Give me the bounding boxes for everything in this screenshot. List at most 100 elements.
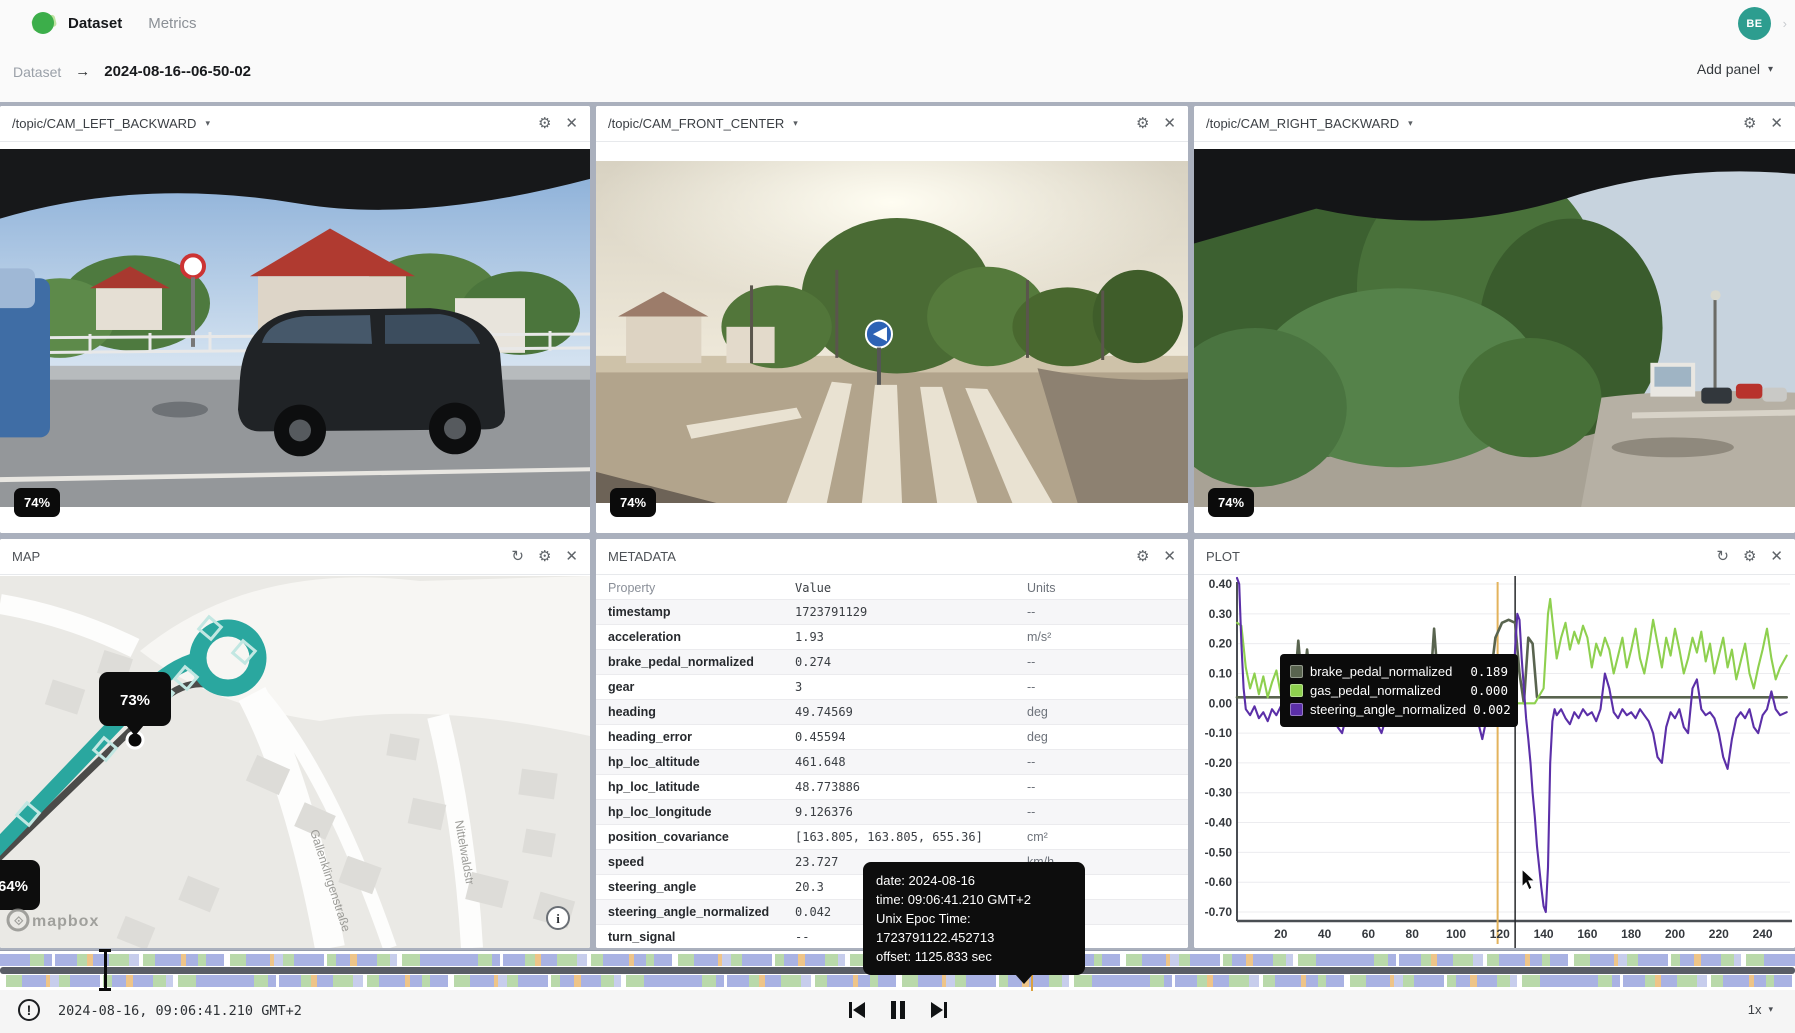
cam-front-topic-select[interactable]: /topic/CAM_FRONT_CENTER [608,116,784,131]
gear-icon[interactable]: ⚙ [1743,549,1756,564]
cam-right-topic-select[interactable]: /topic/CAM_RIGHT_BACKWARD [1206,116,1399,131]
plot-canvas: 0.400.300.200.100.00-0.10-0.20-0.30-0.40… [1194,576,1795,948]
refresh-icon[interactable]: ↻ [511,549,524,564]
timeline-segment [1522,975,1540,987]
timeline-segment [1574,954,1590,966]
timeline-segment [1645,975,1655,987]
timeline-segment [1421,954,1431,966]
plot-body[interactable]: 0.400.300.200.100.00-0.10-0.20-0.30-0.40… [1194,576,1795,948]
close-icon[interactable]: ✕ [1770,549,1783,564]
timeline-segment [801,975,811,987]
timeline-segment [815,975,827,987]
avatar-chevron-icon[interactable]: › [1783,16,1787,31]
chevron-down-icon[interactable]: ▾ [205,118,210,129]
timeline-segment [1510,975,1517,987]
timeline-segment [224,975,254,987]
close-icon[interactable]: ✕ [1163,116,1176,131]
timeline-ibeam-marker[interactable] [98,949,112,991]
tab-dataset[interactable]: Dataset [68,15,122,32]
timeline-segment [1326,975,1344,987]
skip-back-button[interactable] [845,998,871,1022]
metadata-column-headers: PropertyValueUnits [596,576,1188,599]
timeline-segment [1213,975,1229,987]
cell-property: speed [596,855,795,869]
app-logo-icon[interactable] [30,9,58,37]
timeline-segment [838,954,845,966]
refresh-icon[interactable]: ↻ [1716,549,1729,564]
map-body[interactable]: Gallenklingenstraße Nittelwaldstr 73% 64… [0,576,590,948]
timeline-segment [109,954,129,966]
chevron-down-icon[interactable]: ▾ [1408,118,1413,129]
x-axis-tick-label: 160 [1577,927,1597,941]
info-icon[interactable]: i [547,907,569,929]
timeline-segment [727,975,749,987]
timeline-segment [268,975,276,987]
breadcrumb-root[interactable]: Dataset [13,64,61,80]
x-axis-tick-label: 80 [1406,927,1420,941]
timeline-segment [1094,954,1102,966]
timeline-segment [775,954,784,966]
timeline-segment [1694,954,1701,966]
timeline-segment [918,975,942,987]
skip-forward-button[interactable] [925,998,951,1022]
timeline-segment [1374,954,1388,966]
cell-property: heading [596,705,795,719]
timeline-segment [350,954,357,966]
cam-right-image [1194,149,1795,507]
chevron-down-icon[interactable]: ▾ [793,118,798,129]
gear-icon[interactable]: ⚙ [1136,549,1149,564]
avatar[interactable]: BE [1738,7,1771,40]
timeline-segment [30,954,44,966]
timeline-segment [591,954,603,966]
tooltip-line: Unix Epoc Time: 1723791122.452713 [876,909,1072,947]
timeline-segment [230,954,246,966]
legend-swatch [1290,684,1303,697]
cell-value: [163.805, 163.805, 655.36] [795,830,1027,844]
gear-icon[interactable]: ⚙ [1743,116,1756,131]
svg-text:73%: 73% [120,692,150,709]
timeline-segment [1473,954,1483,966]
legend-series-value: 0.002 [1473,702,1511,717]
tab-metrics[interactable]: Metrics [148,15,196,32]
cell-property: hp_loc_longitude [596,805,795,819]
top-navbar: Dataset Metrics BE › [0,0,1795,46]
cell-property: timestamp [596,605,795,619]
y-axis-tick-label: 0.20 [1209,637,1233,651]
cell-value: 48.773886 [795,780,1027,794]
plot-header: PLOT ↻ ⚙ ✕ [1194,539,1795,575]
timeline-segment [22,975,46,987]
gear-icon[interactable]: ⚙ [538,549,551,564]
cell-property: steering_angle_normalized [596,905,795,919]
timeline-segment [1470,975,1477,987]
y-axis-tick-label: -0.70 [1205,905,1233,919]
timeline-segment [1286,954,1293,966]
playback-speed-select[interactable]: 1x ▾ [1748,1002,1773,1017]
timeline-segment [133,975,153,987]
timeline-segment [1487,954,1499,966]
timeline-segment [206,954,224,966]
close-icon[interactable]: ✕ [565,549,578,564]
close-icon[interactable]: ✕ [1770,116,1783,131]
close-icon[interactable]: ✕ [1163,549,1176,564]
timeline-strip-bottom[interactable] [0,975,1795,987]
close-icon[interactable]: ✕ [565,116,578,131]
timeline-segment [1388,954,1396,966]
cam-left-topic-select[interactable]: /topic/CAM_LEFT_BACKWARD [12,116,196,131]
panel-cam-front-center: /topic/CAM_FRONT_CENTER ▾ ⚙ ✕ [596,106,1188,533]
timeline-segment [646,954,654,966]
pause-button[interactable] [885,998,911,1022]
timeline-segment [966,975,996,987]
y-axis-tick-label: 0.00 [1209,696,1233,710]
timeline-segment [1677,975,1697,987]
timeline-segment [294,954,324,966]
app-root: Dataset Metrics BE › Dataset → 2024-08-1… [0,0,1795,1033]
gear-icon[interactable]: ⚙ [1136,116,1149,131]
timeline-segment [946,975,955,987]
y-axis-tick-label: -0.50 [1205,845,1233,859]
gear-icon[interactable]: ⚙ [538,116,551,131]
add-panel-button[interactable]: Add panel ▾ [1697,61,1773,77]
timeline-segment [1550,954,1568,966]
timeline-segment [1754,975,1766,987]
timeline-segment [301,975,311,987]
mouse-cursor-icon [1520,868,1538,892]
